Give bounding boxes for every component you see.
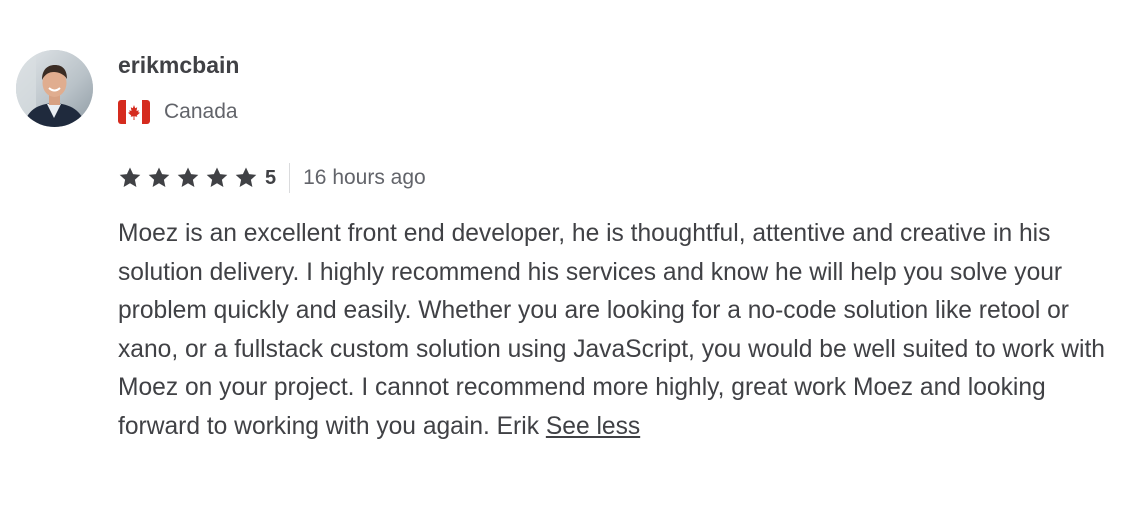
avatar-photo — [16, 50, 93, 127]
star-icon — [148, 167, 170, 187]
star-icon — [235, 167, 257, 187]
canada-flag-icon — [118, 100, 150, 124]
avatar[interactable] — [16, 50, 93, 127]
see-less-link[interactable]: See less — [546, 413, 640, 440]
reviewer-country: Canada — [118, 97, 238, 127]
country-name: Canada — [164, 100, 238, 123]
star-rating — [118, 166, 263, 190]
divider — [289, 163, 291, 193]
rating-row: 5 16 hours ago — [118, 161, 426, 195]
review-text: Moez is an excellent front end developer… — [118, 215, 1133, 446]
rating-value: 5 — [265, 166, 277, 189]
star-icon — [119, 167, 141, 187]
star-icon — [206, 167, 228, 187]
star-icon — [177, 167, 199, 187]
review-body: Moez is an excellent front end developer… — [118, 220, 1105, 440]
reviewer-username[interactable]: erikmcbain — [118, 50, 239, 80]
review-time: 16 hours ago — [303, 166, 426, 189]
